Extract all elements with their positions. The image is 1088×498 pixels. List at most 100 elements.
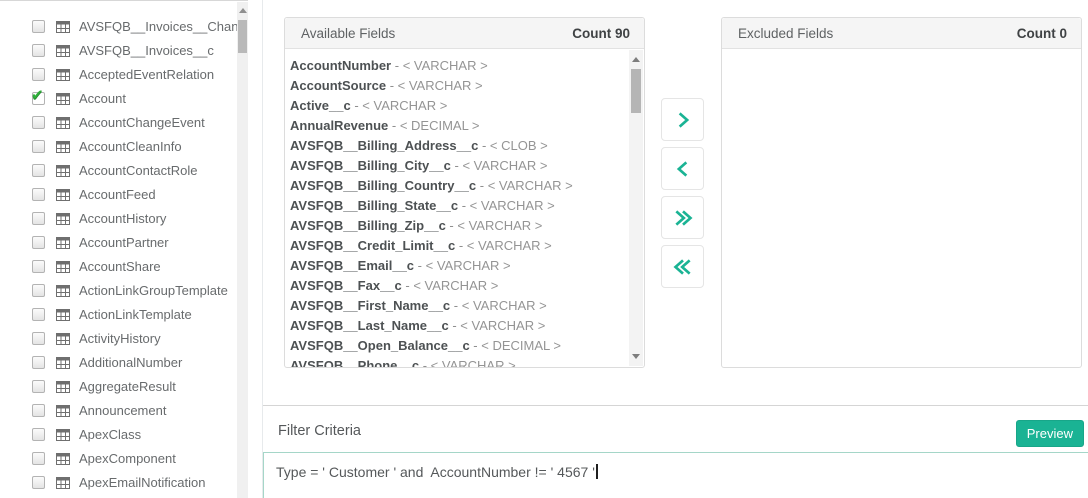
available-fields-list: AccountNumber - < VARCHAR >AccountSource… — [285, 49, 644, 367]
object-list-item[interactable]: AdditionalNumber — [0, 350, 248, 374]
table-icon — [56, 308, 70, 320]
scroll-down-icon[interactable] — [632, 354, 640, 359]
object-checkbox[interactable] — [32, 380, 45, 393]
field-row[interactable]: AccountSource - < VARCHAR > — [290, 76, 624, 96]
filter-expression-input[interactable]: Type = ' Customer ' and AccountNumber !=… — [263, 452, 1088, 498]
object-list-item[interactable]: ActionLinkGroupTemplate — [0, 278, 248, 302]
field-separator: - — [451, 158, 463, 173]
field-row[interactable]: AVSFQB__Billing_City__c - < VARCHAR > — [290, 156, 624, 176]
field-row[interactable]: AVSFQB__Credit_Limit__c - < VARCHAR > — [290, 236, 624, 256]
object-list-item[interactable]: ApexComponent — [0, 446, 248, 470]
field-row[interactable]: AVSFQB__Open_Balance__c - < DECIMAL > — [290, 336, 624, 356]
object-checkbox[interactable] — [32, 332, 45, 345]
field-row[interactable]: Active__c - < VARCHAR > — [290, 96, 624, 116]
object-label: Account — [79, 91, 126, 106]
excluded-fields-title: Excluded Fields — [738, 26, 833, 41]
object-list-item[interactable]: ApexEmailNotification — [0, 470, 248, 494]
object-checkbox[interactable] — [32, 308, 45, 321]
object-checkbox[interactable] — [32, 140, 45, 153]
field-separator: - — [458, 198, 470, 213]
field-separator: - — [388, 118, 400, 133]
field-name: AccountNumber — [290, 58, 391, 73]
field-row[interactable]: AnnualRevenue - < DECIMAL > — [290, 116, 624, 136]
object-list-item[interactable]: ActivityHistory — [0, 326, 248, 350]
object-list-item[interactable]: AcceptedEventRelation — [0, 62, 248, 86]
field-name: AVSFQB__Billing_City__c — [290, 158, 451, 173]
fields-scrollbar[interactable] — [629, 50, 643, 366]
object-checkbox[interactable] — [32, 164, 45, 177]
field-type: < VARCHAR > — [413, 278, 498, 293]
object-list-item[interactable]: AccountChangeEvent — [0, 110, 248, 134]
table-icon — [56, 284, 70, 296]
field-row[interactable]: AVSFQB__Fax__c - < VARCHAR > — [290, 276, 624, 296]
field-row[interactable]: AccountNumber - < VARCHAR > — [290, 56, 624, 76]
object-checkbox[interactable] — [32, 428, 45, 441]
object-list-item[interactable]: ActionLinkTemplate — [0, 302, 248, 326]
object-checkbox[interactable] — [32, 68, 45, 81]
object-checkbox[interactable] — [32, 356, 45, 369]
object-checkbox[interactable] — [32, 44, 45, 57]
object-checkbox[interactable] — [32, 116, 45, 129]
object-label: AggregateResult — [79, 379, 176, 394]
scrollbar-thumb[interactable] — [631, 69, 641, 113]
object-list-item[interactable]: AccountPartner — [0, 230, 248, 254]
field-type: < VARCHAR > — [467, 238, 552, 253]
field-row[interactable]: AVSFQB__Email__c - < VARCHAR > — [290, 256, 624, 276]
object-label: AdditionalNumber — [79, 355, 182, 370]
sidebar-scrollbar[interactable] — [237, 2, 248, 498]
object-label: AVSFQB__Invoices__c — [79, 43, 214, 58]
field-name: AVSFQB__Phone__c — [290, 358, 419, 367]
field-name: AVSFQB__First_Name__c — [290, 298, 450, 313]
field-name: AVSFQB__Billing_Country__c — [290, 178, 476, 193]
field-row[interactable]: AVSFQB__Billing_State__c - < VARCHAR > — [290, 196, 624, 216]
object-checkbox[interactable] — [32, 20, 45, 33]
filter-expression-text: Type = ' Customer ' and AccountNumber !=… — [276, 464, 595, 480]
object-checkbox[interactable] — [32, 404, 45, 417]
move-all-left-button[interactable] — [661, 245, 704, 288]
object-checkbox[interactable] — [32, 452, 45, 465]
object-label: AcceptedEventRelation — [79, 67, 214, 82]
object-checkbox[interactable] — [32, 260, 45, 273]
object-list-item[interactable]: AVSFQB__Invoices__c — [0, 38, 248, 62]
object-checkbox[interactable] — [32, 188, 45, 201]
object-list-item[interactable]: ApexClass — [0, 422, 248, 446]
object-checkbox[interactable] — [32, 236, 45, 249]
object-list-item[interactable]: AccountContactRole — [0, 158, 248, 182]
object-checkbox-checked[interactable]: ✔ — [32, 92, 45, 105]
object-label: ActionLinkGroupTemplate — [79, 283, 228, 298]
scrollbar-thumb[interactable] — [238, 20, 247, 53]
field-row[interactable]: AVSFQB__Billing_Zip__c - < VARCHAR > — [290, 216, 624, 236]
object-list-item[interactable]: AccountHistory — [0, 206, 248, 230]
table-icon — [56, 428, 70, 440]
table-icon — [56, 44, 70, 56]
available-fields-panel: Available Fields Count 90 AccountNumber … — [284, 17, 645, 368]
field-separator: - — [449, 318, 461, 333]
chevron-left-icon — [673, 159, 693, 179]
object-list-item[interactable]: AccountCleanInfo — [0, 134, 248, 158]
preview-button[interactable]: Preview — [1016, 420, 1084, 447]
object-list-item[interactable]: ✔ Account — [0, 86, 248, 110]
object-checkbox[interactable] — [32, 284, 45, 297]
move-right-button[interactable] — [661, 98, 704, 141]
field-type: < CLOB > — [490, 138, 548, 153]
field-type: < VARCHAR > — [488, 178, 573, 193]
object-checkbox[interactable] — [32, 476, 45, 489]
move-all-right-button[interactable] — [661, 196, 704, 239]
object-checkbox[interactable] — [32, 212, 45, 225]
scroll-up-icon[interactable] — [632, 57, 640, 62]
scroll-up-icon[interactable] — [239, 8, 247, 13]
move-left-button[interactable] — [661, 147, 704, 190]
field-row[interactable]: AVSFQB__Billing_Country__c - < VARCHAR > — [290, 176, 624, 196]
field-row[interactable]: AVSFQB__Phone__c - < VARCHAR > — [290, 356, 624, 367]
object-list-item[interactable]: AggregateResult — [0, 374, 248, 398]
object-list-item[interactable]: AccountShare — [0, 254, 248, 278]
field-separator: - — [446, 218, 458, 233]
excluded-fields-list — [722, 49, 1081, 367]
field-row[interactable]: AVSFQB__Billing_Address__c - < CLOB > — [290, 136, 624, 156]
table-icon — [56, 164, 70, 176]
field-row[interactable]: AVSFQB__Last_Name__c - < VARCHAR > — [290, 316, 624, 336]
object-list-item[interactable]: AccountFeed — [0, 182, 248, 206]
field-row[interactable]: AVSFQB__First_Name__c - < VARCHAR > — [290, 296, 624, 316]
object-list-item[interactable]: Announcement — [0, 398, 248, 422]
object-list-item[interactable]: AVSFQB__Invoices__Chang — [0, 14, 248, 38]
